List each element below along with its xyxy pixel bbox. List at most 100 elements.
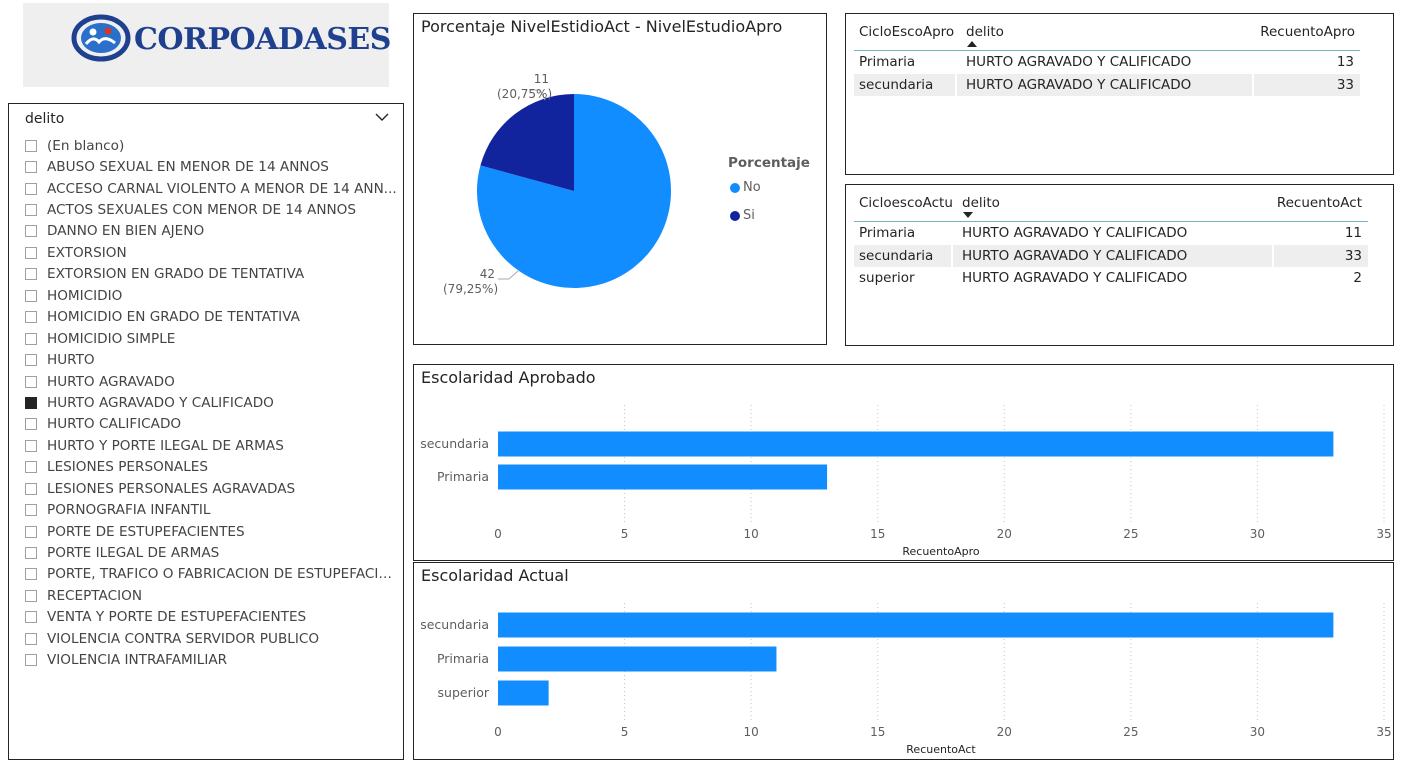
bar-chart-plot: 0 5 10 15 20 25 30 35 RecuentoApro secundaria Prim… bbox=[420, 405, 1392, 558]
x-tick-label: 15 bbox=[870, 527, 885, 541]
checkbox[interactable] bbox=[25, 632, 37, 645]
slicer-item[interactable]: VIOLENCIA INTRAFAMILIAR bbox=[25, 650, 399, 671]
slicer-item-label: PORTE ILEGAL DE ARMAS bbox=[47, 545, 220, 562]
checkbox[interactable] bbox=[25, 525, 37, 538]
table-row[interactable]: superior HURTO AGRAVADO Y CALIFICADO 2 bbox=[854, 267, 1368, 289]
chevron-down-icon[interactable] bbox=[375, 112, 389, 122]
cell-recuento: 2 bbox=[1353, 270, 1362, 286]
logo-text: CORPOADASES bbox=[134, 22, 391, 57]
table-row[interactable]: secundaria HURTO AGRAVADO Y CALIFICADO 3… bbox=[854, 245, 1368, 267]
checkbox[interactable] bbox=[25, 332, 37, 345]
header-cicloescoactu[interactable]: CicloescoActu bbox=[859, 195, 953, 211]
checkbox[interactable] bbox=[25, 375, 37, 388]
checkbox[interactable] bbox=[25, 139, 37, 152]
bar[interactable] bbox=[498, 646, 777, 672]
checkbox[interactable] bbox=[25, 354, 37, 367]
slicer-item[interactable]: PORTE DE ESTUPEFACIENTES bbox=[25, 521, 399, 542]
x-tick-label: 10 bbox=[744, 725, 759, 739]
table-row[interactable]: Primaria HURTO AGRAVADO Y CALIFICADO 13 bbox=[854, 51, 1360, 73]
slicer-item[interactable]: ABUSO SEXUAL EN MENOR DE 14 ANNOS bbox=[25, 156, 399, 177]
slicer-item[interactable]: ACTOS SEXUALES CON MENOR DE 14 ANNOS bbox=[25, 199, 399, 220]
slicer-item[interactable]: HURTO bbox=[25, 349, 399, 370]
slicer-item-label: HOMICIDIO SIMPLE bbox=[47, 330, 176, 347]
table-row[interactable]: Primaria HURTO AGRAVADO Y CALIFICADO 11 bbox=[854, 222, 1368, 244]
slicer-item[interactable]: HOMICIDIO SIMPLE bbox=[25, 328, 399, 349]
slicer-item-label: HURTO Y PORTE ILEGAL DE ARMAS bbox=[47, 437, 284, 454]
slicer-item[interactable]: PORTE ILEGAL DE ARMAS bbox=[25, 542, 399, 563]
slicer-item[interactable]: (En blanco) bbox=[25, 135, 399, 156]
legend-dot-si bbox=[730, 210, 740, 221]
checkbox[interactable] bbox=[25, 225, 37, 238]
x-tick-label: 30 bbox=[1250, 725, 1265, 739]
header-delito[interactable]: delito bbox=[966, 24, 1004, 40]
bar[interactable] bbox=[498, 612, 1334, 638]
delito-slicer: delito (En blanco) ABUSO SEXUAL EN MENOR … bbox=[8, 103, 404, 760]
slicer-item[interactable]: HURTO AGRAVADO bbox=[25, 371, 399, 392]
bar-chart-escolaridad-aprobado: Escolaridad Aprobado 0 5 10 15 20 25 30 35 Recue… bbox=[413, 364, 1394, 561]
slicer-item[interactable]: LESIONES PERSONALES bbox=[25, 457, 399, 478]
slicer-item[interactable]: HURTO AGRAVADO Y CALIFICADO bbox=[25, 392, 399, 413]
checkbox[interactable] bbox=[25, 461, 37, 474]
column-separator bbox=[1252, 74, 1254, 96]
header-recuentoact[interactable]: RecuentoAct bbox=[1277, 195, 1362, 211]
slicer-item[interactable]: VENTA Y PORTE DE ESTUPEFACIENTES bbox=[25, 607, 399, 628]
checkbox[interactable] bbox=[25, 246, 37, 259]
checkbox[interactable] bbox=[25, 611, 37, 624]
checkbox[interactable] bbox=[25, 289, 37, 302]
bar[interactable] bbox=[498, 464, 828, 490]
cell-recuento: 11 bbox=[1344, 225, 1362, 241]
cell-ciclo: Primaria bbox=[859, 225, 916, 241]
slicer-item[interactable]: LESIONES PERSONALES AGRAVADAS bbox=[25, 478, 399, 499]
x-tick-label: 0 bbox=[494, 527, 502, 541]
header-delito[interactable]: delito bbox=[962, 195, 1000, 211]
slicer-item[interactable]: RECEPTACION bbox=[25, 585, 399, 606]
slicer-item-label: LESIONES PERSONALES bbox=[47, 459, 209, 476]
slicer-item[interactable]: EXTORSION EN GRADO DE TENTATIVA bbox=[25, 264, 399, 285]
checkbox[interactable] bbox=[25, 268, 37, 281]
slicer-item[interactable]: PORTE, TRAFICO O FABRICACION DE ESTUPEFA… bbox=[25, 564, 399, 585]
sort-descending-icon[interactable] bbox=[963, 212, 973, 218]
checkbox[interactable] bbox=[25, 654, 37, 667]
header-cicloescoapro[interactable]: CicloEscoApro bbox=[859, 24, 954, 40]
slicer-item[interactable]: DANNO EN BIEN AJENO bbox=[25, 221, 399, 242]
leader-line-no bbox=[498, 269, 520, 280]
x-axis-title: RecuentoAct bbox=[906, 743, 976, 756]
table-row[interactable]: secundaria HURTO AGRAVADO Y CALIFICADO 3… bbox=[854, 74, 1360, 96]
x-tick-label: 0 bbox=[494, 725, 502, 739]
slicer-item[interactable]: HURTO Y PORTE ILEGAL DE ARMAS bbox=[25, 435, 399, 456]
legend-item-no[interactable]: No bbox=[730, 180, 761, 195]
header-recuentoapro[interactable]: RecuentoApro bbox=[1260, 24, 1355, 40]
checkbox[interactable] bbox=[25, 547, 37, 560]
slicer-item[interactable]: HURTO CALIFICADO bbox=[25, 414, 399, 435]
checkbox[interactable] bbox=[25, 568, 37, 581]
slicer-item[interactable]: ACCESO CARNAL VIOLENTO A MENOR DE 14 ANN… bbox=[25, 178, 399, 199]
bar[interactable] bbox=[498, 680, 549, 706]
checkbox[interactable] bbox=[25, 589, 37, 602]
checkbox[interactable] bbox=[25, 311, 37, 324]
pie-chart-panel: Porcentaje NivelEstidioAct - NivelEstudi… bbox=[413, 13, 827, 345]
slicer-item[interactable]: HOMICIDIO EN GRADO DE TENTATIVA bbox=[25, 307, 399, 328]
cell-delito: HURTO AGRAVADO Y CALIFICADO bbox=[962, 248, 1188, 264]
legend-label-no: No bbox=[743, 180, 761, 195]
checkbox[interactable] bbox=[25, 482, 37, 495]
slicer-item-label: HOMICIDIO bbox=[47, 287, 123, 304]
legend-title: Porcentaje bbox=[728, 155, 810, 171]
checkbox[interactable] bbox=[25, 418, 37, 431]
slicer-item[interactable]: PORNOGRAFIA INFANTIL bbox=[25, 499, 399, 520]
slicer-item[interactable]: HOMICIDIO bbox=[25, 285, 399, 306]
cell-recuento: 33 bbox=[1336, 77, 1354, 93]
slicer-item[interactable]: EXTORSION bbox=[25, 242, 399, 263]
checkbox[interactable] bbox=[25, 161, 37, 174]
bar[interactable] bbox=[498, 431, 1334, 457]
checkbox[interactable] bbox=[25, 182, 37, 195]
slicer-item[interactable]: VIOLENCIA CONTRA SERVIDOR PUBLICO bbox=[25, 628, 399, 649]
checkbox[interactable] bbox=[25, 504, 37, 517]
checkbox[interactable] bbox=[25, 439, 37, 452]
x-tick-label: 25 bbox=[1123, 725, 1138, 739]
checkbox-checked[interactable] bbox=[25, 396, 37, 409]
legend-item-si[interactable]: Si bbox=[730, 208, 755, 223]
sort-ascending-icon[interactable] bbox=[967, 41, 977, 47]
table-header: CicloEscoApro delito RecuentoApro bbox=[854, 14, 1360, 51]
bar-chart-plot: 0 5 10 15 20 25 30 35 RecuentoAct secundaria Prima… bbox=[420, 603, 1392, 756]
checkbox[interactable] bbox=[25, 204, 37, 217]
